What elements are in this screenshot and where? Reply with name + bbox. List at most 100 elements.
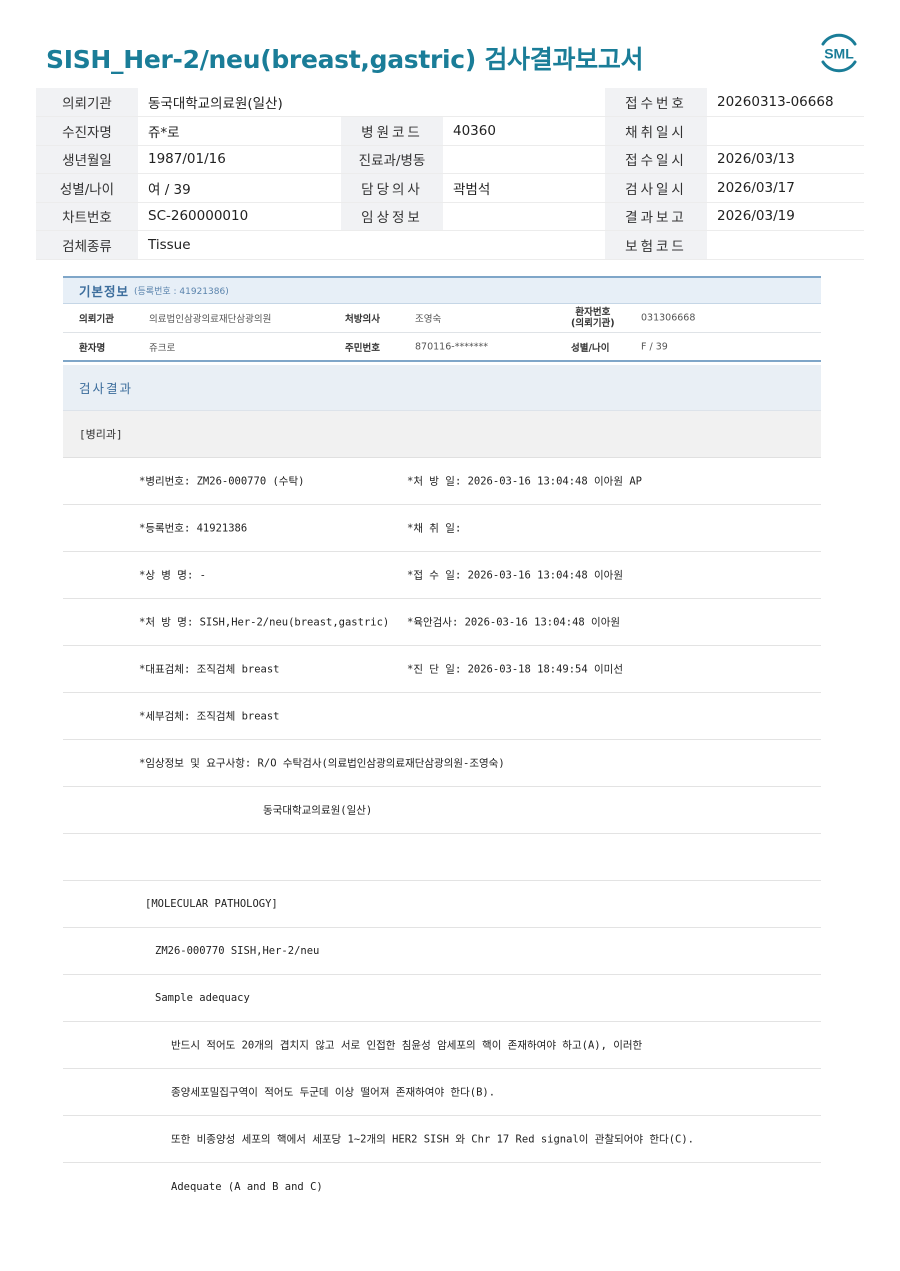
result-line-secondary-text: *육안검사: 2026-03-16 13:04:48 이아원 (407, 616, 621, 629)
header-value: 쥬*로 (138, 116, 341, 146)
header-value (443, 202, 605, 231)
resident-number-value: 870116-******* (415, 341, 488, 352)
patient-number-label: 환자번호 (의뢰기관) (571, 307, 615, 329)
header-label (341, 230, 443, 260)
result-line-secondary-text: *진 단 일: 2026-03-18 18:49:54 이미선 (407, 663, 623, 676)
result-line: Sample adequacy (63, 975, 821, 1022)
header-value (443, 88, 605, 117)
header-label: 보험코드 (605, 230, 707, 260)
header-label: 의뢰기관 (36, 88, 138, 117)
result-line: ZM26-000770 SISH,Her-2/neu (63, 928, 821, 975)
header-value: 2026/03/17 (707, 173, 864, 203)
header-label: 차트번호 (36, 202, 138, 231)
result-line: *병리번호: ZM26-000770 (수탁) *처 방 일: 2026-03-1… (63, 458, 821, 505)
header-label: 생년월일 (36, 145, 138, 174)
header-label: 진료과/병동 (341, 145, 443, 174)
resident-number-label: 주민번호 (345, 342, 380, 354)
basic-info-row: 의뢰기관 의료법인삼광의료재단삼광의원 처방의사 조영숙 환자번호 (의뢰기관)… (63, 304, 821, 333)
result-section-header: 검사결과 (63, 365, 821, 411)
result-line-text: Adequate (A and B and C) (171, 1180, 323, 1193)
result-line: 또한 비종양성 세포의 핵에서 세포당 1~2개의 HER2 SISH 와 Ch… (63, 1116, 821, 1163)
result-section-title: 검사결과 (79, 381, 134, 396)
basic-info-row: 환자명 쥬크로 주민번호 870116-******* 성별/나이 F / 39 (63, 333, 821, 362)
result-line (63, 834, 821, 881)
logo-text: SML (824, 46, 854, 62)
header-value: 동국대학교의료원(일산) (138, 88, 341, 117)
sml-logo: SML (815, 30, 863, 76)
patient-number-value: 031306668 (641, 312, 696, 324)
header-row: 성별/나이 여 / 39 담당의사 곽범석 검사일시 2026/03/17 (36, 173, 864, 203)
header-value: 1987/01/16 (138, 145, 341, 174)
requesting-institution-label: 의뢰기관 (79, 314, 114, 325)
header-label: 결과보고 (605, 202, 707, 231)
header-value (707, 230, 864, 260)
result-lines: *병리번호: ZM26-000770 (수탁) *처 방 일: 2026-03-1… (63, 458, 821, 1210)
result-line-text: *세부검체: 조직검체 breast (139, 710, 280, 723)
patient-name-value: 쥬크로 (149, 342, 176, 354)
result-line-secondary-text: *채 취 일: (407, 522, 462, 535)
header-value: 20260313-06668 (707, 88, 864, 117)
result-line-text: *병리번호: ZM26-000770 (수탁) (139, 475, 305, 488)
basic-info-section: 기본정보 (등록번호 : 41921386) 의뢰기관 의료법인삼광의료재단삼광… (63, 276, 821, 362)
sex-age-label: 성별/나이 (571, 342, 610, 354)
prescribing-doctor-value: 조영숙 (415, 314, 442, 325)
header-value: 여 / 39 (138, 173, 341, 203)
patient-number-label-line2: (의뢰기관) (571, 318, 615, 329)
header-value: SC-260000010 (138, 202, 341, 231)
header-label: 담당의사 (341, 173, 443, 203)
result-line: 반드시 적어도 20개의 겹치지 않고 서로 인접한 침윤성 암세포의 핵이 존… (63, 1022, 821, 1069)
header-label: 수진자명 (36, 116, 138, 146)
result-line: *세부검체: 조직검체 breast (63, 693, 821, 740)
header-value: 2026/03/19 (707, 202, 864, 231)
header-row: 수진자명 쥬*로 병원코드 40360 채취일시 (36, 116, 864, 146)
basic-info-title: 기본정보 (79, 284, 130, 299)
result-line-text: *상 병 명: - (139, 569, 206, 582)
result-line-secondary-text: *처 방 일: 2026-03-16 13:04:48 이아원 AP (407, 475, 642, 488)
basic-info-registration: (등록번호 : 41921386) (134, 287, 229, 297)
header-row: 검체종류 Tissue 보험코드 (36, 230, 864, 260)
header-row: 생년월일 1987/01/16 진료과/병동 접수일시 2026/03/13 (36, 145, 864, 174)
header-value (443, 145, 605, 174)
header-label: 성별/나이 (36, 173, 138, 203)
result-line: *처 방 명: SISH,Her-2/neu(breast,gastric) *육… (63, 599, 821, 646)
result-line: Adequate (A and B and C) (63, 1163, 821, 1210)
header-label: 검사일시 (605, 173, 707, 203)
result-line-text: Sample adequacy (155, 992, 250, 1004)
result-line-text: ZM26-000770 SISH,Her-2/neu (155, 945, 320, 957)
header-value: Tissue (138, 230, 341, 260)
header-label: 임상정보 (341, 202, 443, 231)
header-label: 채취일시 (605, 116, 707, 146)
header-label: 검체종류 (36, 230, 138, 260)
header-row: 의뢰기관 동국대학교의료원(일산) 접수번호 20260313-06668 (36, 88, 864, 117)
result-line: *대표검체: 조직검체 breast *진 단 일: 2026-03-18 18:… (63, 646, 821, 693)
result-line: 종양세포밀집구역이 적어도 두군데 이상 떨어져 존재하여야 한다(B). (63, 1069, 821, 1116)
result-line-text: 반드시 적어도 20개의 겹치지 않고 서로 인접한 침윤성 암세포의 핵이 존… (171, 1039, 643, 1052)
sex-age-value: F / 39 (641, 341, 668, 352)
header-label (341, 88, 443, 117)
patient-name-label: 환자명 (79, 342, 106, 354)
header-label: 접수일시 (605, 145, 707, 174)
result-line-secondary-text: *접 수 일: 2026-03-16 13:04:48 이아원 (407, 569, 623, 582)
result-line-text: 또한 비종양성 세포의 핵에서 세포당 1~2개의 HER2 SISH 와 Ch… (171, 1133, 694, 1146)
result-line: *상 병 명: - *접 수 일: 2026-03-16 13:04:48 이아원 (63, 552, 821, 599)
report-title: SISH_Her-2/neu(breast,gastric) 검사결과보고서 (46, 45, 644, 74)
result-line-text: *임상정보 및 요구사항: R/O 수탁검사(의료법인삼광의료재단삼광의원-조영… (139, 757, 505, 770)
header-info-table: 의뢰기관 동국대학교의료원(일산) 접수번호 20260313-06668 수진자명 쥬*… (36, 88, 864, 260)
header-label: 접수번호 (605, 88, 707, 117)
result-line-text: *처 방 명: SISH,Her-2/neu(breast,gastric) (139, 616, 390, 629)
header-value: 40360 (443, 116, 605, 146)
requesting-institution-value: 의료법인삼광의료재단삼광의원 (149, 314, 272, 325)
department-row: [병리과] (63, 411, 821, 458)
result-line-text: 종양세포밀집구역이 적어도 두군데 이상 떨어져 존재하여야 한다(B). (171, 1086, 496, 1099)
result-line-text: 동국대학교의료원(일산) (263, 804, 373, 817)
patient-number-label-line1: 환자번호 (575, 307, 611, 318)
result-line-text: *등록번호: 41921386 (139, 522, 248, 535)
header-value (707, 116, 864, 146)
header-value (443, 230, 605, 260)
department-label: [병리과] (79, 428, 123, 441)
result-line: *등록번호: 41921386 *채 취 일: (63, 505, 821, 552)
prescribing-doctor-label: 처방의사 (345, 314, 380, 325)
result-line-text: *대표검체: 조직검체 breast (139, 663, 280, 676)
header-value: 곽범석 (443, 173, 605, 203)
sml-logo-icon: SML (821, 33, 857, 73)
